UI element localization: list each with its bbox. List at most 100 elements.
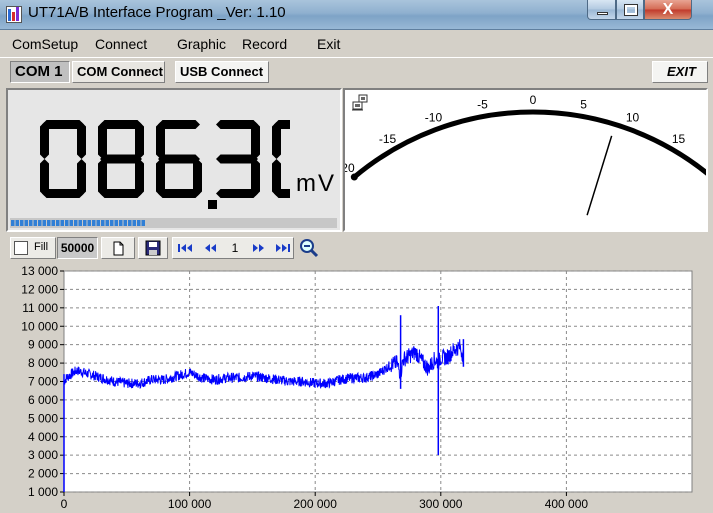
last-page-icon: [276, 244, 290, 252]
x-tick-label: 0: [61, 497, 68, 511]
lcd-segment: [135, 122, 144, 159]
bargraph-segment: [137, 220, 141, 226]
lcd-segment: [98, 122, 107, 159]
lcd-segment: [77, 159, 86, 196]
close-button[interactable]: X: [644, 0, 692, 20]
previous-page-button[interactable]: [198, 238, 222, 258]
lcd-segment: [98, 159, 107, 196]
bargraph-segment: [69, 220, 73, 226]
minimize-button[interactable]: [587, 0, 616, 20]
menu-graphic[interactable]: Graphic: [177, 36, 226, 52]
save-button[interactable]: [138, 237, 168, 259]
menu-record[interactable]: Record: [242, 36, 287, 52]
y-tick-label: 6 000: [28, 393, 58, 407]
usb-connect-button[interactable]: USB Connect: [175, 61, 269, 83]
lcd-segment: [135, 159, 144, 196]
meter-scale-label: -10: [425, 111, 443, 125]
bargraph-segment: [60, 220, 64, 226]
minimize-icon: [597, 12, 608, 15]
y-tick-label: 10 000: [21, 319, 58, 333]
meter-scale-label: -15: [379, 132, 397, 146]
meter-arc: [352, 109, 706, 179]
lcd-segment: [40, 159, 49, 196]
bargraph-segment: [24, 220, 28, 226]
points-field[interactable]: 50000: [57, 237, 98, 259]
line-chart[interactable]: 1 000 2 000 3 000 4 000 5 000 6 000 7 000 8 000…: [4, 262, 708, 513]
bargraph-segment: [92, 220, 96, 226]
y-tick-label: 12 000: [21, 282, 58, 296]
bargraph-segment: [65, 220, 69, 226]
meter-dial: -20-15-10-50510152: [345, 93, 706, 216]
bargraph-segment: [101, 220, 105, 226]
reading-digits: [40, 120, 290, 209]
bargraph-segment: [96, 220, 100, 226]
menu-connect[interactable]: Connect: [95, 36, 147, 52]
bargraph-segment: [47, 220, 51, 226]
bargraph-segment: [56, 220, 60, 226]
y-tick-label: 3 000: [28, 448, 58, 462]
fill-checkbox[interactable]: [14, 241, 28, 255]
lcd-segment: [272, 159, 281, 196]
lcd-segment: [216, 154, 258, 164]
bargraph-segment: [87, 220, 91, 226]
new-file-icon: [113, 241, 124, 256]
maximize-icon: [624, 4, 638, 16]
exit-button[interactable]: EXIT: [652, 61, 708, 83]
bargraph-segment: [51, 220, 55, 226]
first-page-icon: [178, 244, 192, 252]
next-page-icon: [253, 244, 264, 252]
next-page-button[interactable]: [247, 238, 271, 258]
maximize-button[interactable]: [616, 0, 644, 20]
new-file-button[interactable]: [101, 237, 135, 259]
menu-comsetup[interactable]: ComSetup: [12, 36, 78, 52]
x-tick-label: 400 000: [545, 497, 589, 511]
title-bar[interactable]: UT71A/B Interface Program _Ver: 1.10 X: [0, 0, 713, 30]
page-number[interactable]: 1: [225, 238, 245, 258]
analog-meter: -20-15-10-50510152: [343, 88, 708, 232]
fill-label: Fill: [34, 241, 49, 253]
lcd-decimal-point: [208, 200, 217, 209]
y-tick-label: 4 000: [28, 430, 58, 444]
x-tick-label: 300 000: [419, 497, 463, 511]
bargraph-segment: [74, 220, 78, 226]
app-icon: [6, 6, 22, 23]
y-tick-label: 8 000: [28, 356, 58, 370]
x-tick-label: 100 000: [168, 497, 212, 511]
y-tick-label: 7 000: [28, 375, 58, 389]
bargraph-segment: [33, 220, 37, 226]
lcd-segment: [251, 159, 260, 196]
previous-page-icon: [205, 244, 216, 252]
meter-scale-label: 5: [580, 97, 587, 111]
lcd-digit: [40, 120, 86, 198]
lcd-segment: [251, 122, 260, 159]
meter-scale-label: -20: [345, 161, 355, 175]
com-port-label: COM 1: [10, 61, 70, 83]
first-page-button[interactable]: [173, 238, 197, 258]
bargraph-segment: [11, 220, 15, 226]
y-tick-label: 9 000: [28, 338, 58, 352]
bargraph-segment: [119, 220, 123, 226]
lcd-digit: [272, 120, 290, 198]
last-page-button[interactable]: [271, 238, 295, 258]
bargraph-segment: [78, 220, 82, 226]
lcd-segment: [156, 159, 165, 196]
y-tick-label: 13 000: [21, 264, 58, 278]
bargraph-segment: [42, 220, 46, 226]
com-connect-button[interactable]: COM Connect: [72, 61, 165, 83]
save-icon: [145, 240, 161, 256]
lcd-segment: [158, 154, 200, 164]
window-title: UT71A/B Interface Program _Ver: 1.10: [28, 4, 286, 21]
menu-exit[interactable]: Exit: [317, 36, 340, 52]
meter-scale-label: 0: [530, 93, 537, 107]
zoom-out-icon[interactable]: [297, 237, 321, 259]
lcd-segment: [272, 122, 281, 159]
bargraph-segment: [123, 220, 127, 226]
bargraph-segment: [20, 220, 24, 226]
meter-scale-label: 15: [672, 132, 686, 146]
bargraph-segment: [132, 220, 136, 226]
y-tick-label: 5 000: [28, 411, 58, 425]
bargraph-segment: [105, 220, 109, 226]
bargraph-segment: [141, 220, 145, 226]
bargraph-segment: [38, 220, 42, 226]
lcd-display: mV: [6, 88, 342, 232]
